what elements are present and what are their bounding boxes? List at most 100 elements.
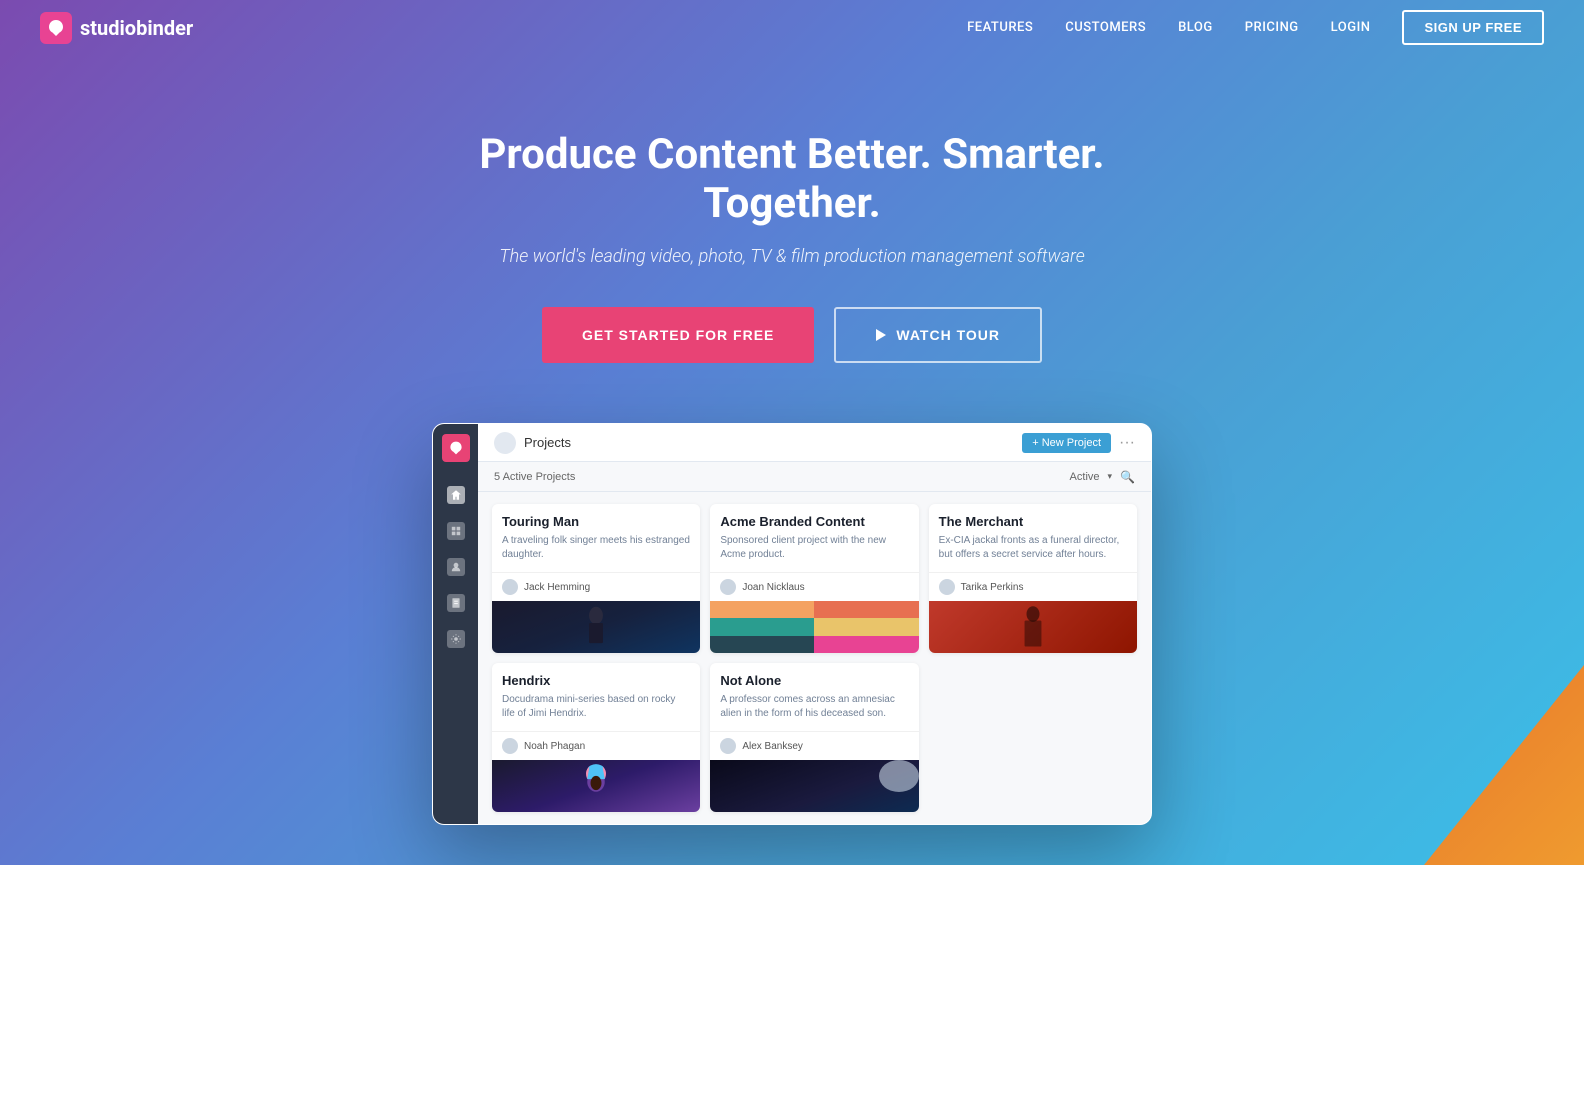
logo-icon (40, 12, 72, 44)
card-author-merchant: Tarika Perkins (961, 582, 1024, 593)
settings-icon (450, 633, 462, 645)
mock-topbar-title: Projects (494, 432, 571, 454)
card-body-merchant: The Merchant Ex-CIA jackal fronts as a f… (929, 504, 1137, 572)
card-avatar-not-alone (720, 738, 736, 754)
grid-empty-slot (929, 663, 1137, 812)
active-filter-label[interactable]: Active (1070, 471, 1100, 483)
mock-topbar-right: + New Project ··· (1022, 433, 1135, 453)
mock-sidebar (433, 424, 478, 824)
card-title-acme: Acme Branded Content (720, 514, 908, 529)
active-projects-label: 5 Active Projects (494, 471, 575, 483)
navbar: studiobinder FEATURES CUSTOMERS BLOG PRI… (0, 0, 1584, 55)
acme-cell-6 (814, 636, 918, 653)
mock-main: Projects + New Project ··· 5 Active Proj… (478, 424, 1151, 824)
card-body-acme: Acme Branded Content Sponsored client pr… (710, 504, 918, 572)
nav-link-features[interactable]: FEATURES (967, 20, 1033, 35)
card-footer-hendrix: Noah Phagan (492, 731, 700, 760)
card-image-hendrix (492, 760, 700, 812)
mock-app: Projects + New Project ··· 5 Active Proj… (433, 424, 1151, 824)
touring-man-svg (566, 601, 626, 653)
mock-subbar: 5 Active Projects Active ▾ 🔍 (478, 462, 1151, 492)
project-card-acme[interactable]: Acme Branded Content Sponsored client pr… (710, 504, 918, 653)
project-card-hendrix[interactable]: Hendrix Docudrama mini-series based on r… (492, 663, 700, 812)
card-title-hendrix: Hendrix (502, 673, 690, 688)
sidebar-icon-projects[interactable] (447, 522, 465, 540)
nav-link-login[interactable]: LOGIN (1331, 20, 1371, 35)
acme-cell-4 (814, 618, 918, 635)
topbar-menu-dots[interactable]: ··· (1119, 434, 1135, 452)
card-avatar-hendrix (502, 738, 518, 754)
chevron-down-icon: ▾ (1108, 471, 1113, 482)
nav-link-blog[interactable]: BLOG (1178, 20, 1213, 35)
watch-tour-label: WATCH TOUR (896, 327, 1000, 343)
logo-part1: studio (80, 16, 136, 40)
card-author-hendrix: Noah Phagan (524, 741, 585, 752)
hero-title: Produce Content Better. Smarter. Togethe… (392, 130, 1192, 228)
contacts-icon (450, 561, 462, 573)
card-footer-not-alone: Alex Banksey (710, 731, 918, 760)
logo-text: studiobinder (80, 16, 193, 40)
card-title-merchant: The Merchant (939, 514, 1127, 529)
search-icon[interactable]: 🔍 (1120, 470, 1135, 484)
app-window: Projects + New Project ··· 5 Active Proj… (432, 423, 1152, 825)
card-body-hendrix: Hendrix Docudrama mini-series based on r… (492, 663, 700, 731)
card-body-not-alone: Not Alone A professor comes across an am… (710, 663, 918, 731)
card-title-touring-man: Touring Man (502, 514, 690, 529)
sidebar-icon-docs[interactable] (447, 594, 465, 612)
project-card-merchant[interactable]: The Merchant Ex-CIA jackal fronts as a f… (929, 504, 1137, 653)
acme-cell-5 (710, 636, 814, 653)
card-avatar-touring-man (502, 579, 518, 595)
card-footer-acme: Joan Nicklaus (710, 572, 918, 601)
projects-icon (450, 525, 462, 537)
new-project-button[interactable]: + New Project (1022, 433, 1111, 453)
card-avatar-acme (720, 579, 736, 595)
card-image-touring-man (492, 601, 700, 653)
project-card-not-alone[interactable]: Not Alone A professor comes across an am… (710, 663, 918, 812)
merchant-svg (1008, 601, 1058, 653)
sidebar-logo (442, 434, 470, 462)
nav-link-pricing[interactable]: PRICING (1245, 20, 1299, 35)
hendrix-svg (566, 760, 626, 812)
nav-link-customers[interactable]: CUSTOMERS (1065, 20, 1146, 35)
card-image-merchant (929, 601, 1137, 653)
project-card-touring-man[interactable]: Touring Man A traveling folk singer meet… (492, 504, 700, 653)
card-image-acme (710, 601, 918, 653)
card-desc-merchant: Ex-CIA jackal fronts as a funeral direct… (939, 534, 1127, 562)
docs-icon (450, 597, 462, 609)
card-author-touring-man: Jack Hemming (524, 582, 590, 593)
card-title-not-alone: Not Alone (720, 673, 908, 688)
topbar-avatar (494, 432, 516, 454)
acme-cell-1 (710, 601, 814, 618)
acme-cell-3 (710, 618, 814, 635)
mock-topbar: Projects + New Project ··· (478, 424, 1151, 462)
card-body-touring-man: Touring Man A traveling folk singer meet… (492, 504, 700, 572)
sidebar-logo-icon (448, 440, 464, 456)
acme-cell-2 (814, 601, 918, 618)
logo[interactable]: studiobinder (40, 12, 193, 44)
card-author-not-alone: Alex Banksey (742, 741, 803, 752)
hero-section: studiobinder FEATURES CUSTOMERS BLOG PRI… (0, 0, 1584, 865)
card-desc-hendrix: Docudrama mini-series based on rocky lif… (502, 693, 690, 721)
get-started-button[interactable]: GET STARTED FOR FREE (542, 307, 814, 363)
nav-links: FEATURES CUSTOMERS BLOG PRICING LOGIN SI… (967, 10, 1544, 45)
card-image-not-alone (710, 760, 918, 812)
sign-up-free-button[interactable]: SIGN UP FREE (1402, 10, 1544, 45)
card-footer-merchant: Tarika Perkins (929, 572, 1137, 601)
sidebar-icon-contacts[interactable] (447, 558, 465, 576)
card-avatar-merchant (939, 579, 955, 595)
mock-project-grid: Touring Man A traveling folk singer meet… (478, 492, 1151, 824)
topbar-title-text: Projects (524, 435, 571, 450)
sidebar-icon-home[interactable] (447, 486, 465, 504)
card-desc-touring-man: A traveling folk singer meets his estran… (502, 534, 690, 562)
logo-part2: binder (136, 16, 193, 40)
card-desc-acme: Sponsored client project with the new Ac… (720, 534, 908, 562)
app-screenshot-wrapper: Projects + New Project ··· 5 Active Proj… (432, 423, 1152, 865)
watch-tour-button[interactable]: WATCH TOUR (834, 307, 1042, 363)
card-footer-touring-man: Jack Hemming (492, 572, 700, 601)
play-icon (876, 329, 886, 341)
moon-shape (879, 760, 919, 792)
mock-subbar-right: Active ▾ 🔍 (1070, 470, 1135, 484)
sidebar-icon-settings[interactable] (447, 630, 465, 648)
logo-svg (46, 18, 66, 38)
card-desc-not-alone: A professor comes across an amnesiac ali… (720, 693, 908, 721)
